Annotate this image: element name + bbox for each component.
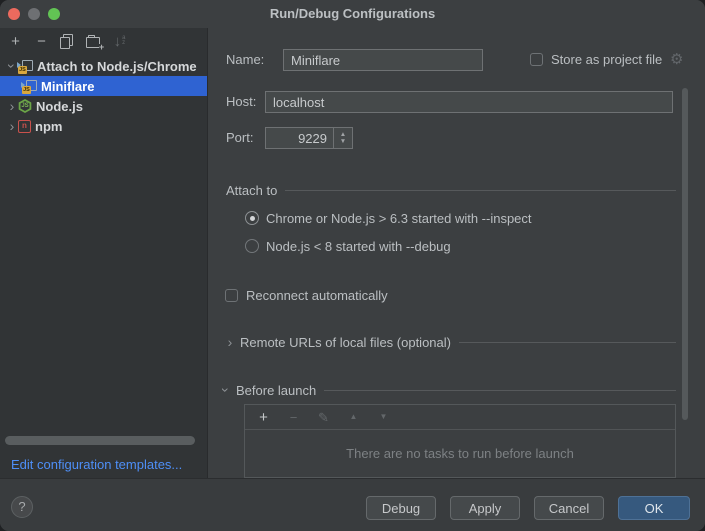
run-debug-configurations-dialog: Run/Debug Configurations + − + ↓ az › JS… (0, 0, 705, 531)
radio-label: Chrome or Node.js > 6.3 started with --i… (266, 211, 532, 226)
before-launch-label: Before launch (236, 383, 316, 398)
tree-item-label: npm (35, 119, 62, 134)
chevron-collapsed-icon[interactable]: › (6, 119, 18, 133)
port-input[interactable] (266, 128, 333, 148)
sort-arrow-glyph: ↓ (114, 34, 122, 49)
radio-node-debug[interactable]: Node.js < 8 started with --debug (245, 238, 451, 254)
remove-configuration-icon[interactable]: − (33, 33, 50, 50)
configurations-tree: › JS Attach to Node.js/Chrome JS Minifla… (0, 56, 208, 136)
port-stepper[interactable]: ▲ ▼ (333, 128, 352, 148)
move-task-down-icon: ▼ (375, 409, 392, 426)
tree-item-label: Attach to Node.js/Chrome (37, 59, 197, 74)
copy-configuration-icon[interactable] (59, 33, 76, 50)
reconnect-checkbox[interactable] (225, 289, 238, 302)
titlebar: Run/Debug Configurations (0, 0, 705, 28)
tree-item-miniflare[interactable]: JS Miniflare (0, 76, 208, 96)
section-divider-line (324, 390, 676, 391)
radio-unselected-icon[interactable] (245, 239, 259, 253)
before-launch-section-header[interactable]: › Before launch (220, 382, 676, 398)
section-divider-line (285, 190, 676, 191)
add-task-icon[interactable]: + (255, 409, 272, 426)
edit-configuration-templates-link[interactable]: Edit configuration templates... (11, 457, 182, 472)
name-label: Name: (226, 52, 264, 68)
port-label: Port: (226, 130, 253, 146)
move-task-up-icon: ▲ (345, 409, 362, 426)
attach-to-label: Attach to (226, 183, 277, 198)
host-label: Host: (226, 94, 256, 110)
chevron-collapsed-icon[interactable]: › (6, 99, 18, 113)
dialog-footer: ? Debug Apply Cancel OK (0, 478, 705, 531)
attach-config-icon: JS (22, 79, 37, 94)
tree-item-nodejs[interactable]: › JS Node.js (0, 96, 208, 116)
attach-to-section-header: Attach to (226, 182, 676, 198)
npm-icon: n (18, 120, 31, 133)
form-vertical-scrollbar[interactable] (682, 88, 688, 420)
remote-urls-label: Remote URLs of local files (optional) (240, 335, 451, 350)
apply-button[interactable]: Apply (450, 496, 520, 520)
window-title: Run/Debug Configurations (0, 6, 705, 21)
sort-configurations-icon: ↓ az (111, 33, 128, 50)
configurations-sidebar: + − + ↓ az › JS Attach to Node.js/Chrome… (0, 28, 208, 478)
remote-urls-section-header[interactable]: › Remote URLs of local files (optional) (224, 334, 676, 350)
chevron-expanded-icon[interactable]: › (219, 384, 233, 396)
add-configuration-icon[interactable]: + (7, 33, 24, 50)
debug-button[interactable]: Debug (366, 496, 436, 520)
reconnect-automatically-row[interactable]: Reconnect automatically (225, 287, 388, 303)
chevron-collapsed-icon[interactable]: › (224, 335, 236, 349)
sidebar-toolbar: + − + ↓ az (0, 28, 207, 54)
radio-chrome-inspect[interactable]: Chrome or Node.js > 6.3 started with --i… (245, 210, 532, 226)
radio-label: Node.js < 8 started with --debug (266, 239, 451, 254)
edit-task-icon: ✎ (315, 409, 332, 426)
nodejs-icon: JS (18, 99, 32, 113)
reconnect-label: Reconnect automatically (246, 288, 388, 303)
cancel-button[interactable]: Cancel (534, 496, 604, 520)
before-launch-task-panel: + − ✎ ▲ ▼ There are no tasks to run befo… (244, 404, 676, 478)
store-as-project-file-checkbox[interactable] (530, 53, 543, 66)
remove-task-icon: − (285, 409, 302, 426)
section-divider-line (459, 342, 676, 343)
tree-item-attach-to-node-chrome[interactable]: › JS Attach to Node.js/Chrome (0, 56, 208, 76)
stepper-down-icon[interactable]: ▼ (340, 139, 346, 145)
stepper-up-icon[interactable]: ▲ (340, 132, 346, 138)
radio-selected-icon[interactable] (245, 211, 259, 225)
sidebar-horizontal-scrollbar[interactable] (5, 436, 195, 445)
host-input[interactable] (265, 91, 673, 113)
name-input[interactable] (283, 49, 483, 71)
tree-item-label: Miniflare (41, 79, 94, 94)
no-tasks-message: There are no tasks to run before launch (245, 446, 675, 461)
footer-buttons: Debug Apply Cancel OK (366, 496, 690, 520)
tree-item-npm[interactable]: › n npm (0, 116, 208, 136)
store-options-gear-icon[interactable]: ⚙ (670, 52, 683, 67)
configuration-form: Name: Store as project file ⚙ Host: Port… (208, 28, 705, 478)
tree-item-label: Node.js (36, 99, 83, 114)
store-as-project-file-label: Store as project file (551, 52, 662, 68)
attach-config-icon: JS (18, 59, 33, 74)
task-toolbar: + − ✎ ▲ ▼ (245, 405, 675, 430)
port-field: ▲ ▼ (265, 127, 353, 149)
help-button[interactable]: ? (11, 496, 33, 518)
folder-plus-glyph: + (99, 44, 104, 51)
ok-button[interactable]: OK (618, 496, 690, 520)
new-folder-icon[interactable]: + (85, 33, 102, 50)
sort-az-glyph: az (122, 36, 125, 46)
